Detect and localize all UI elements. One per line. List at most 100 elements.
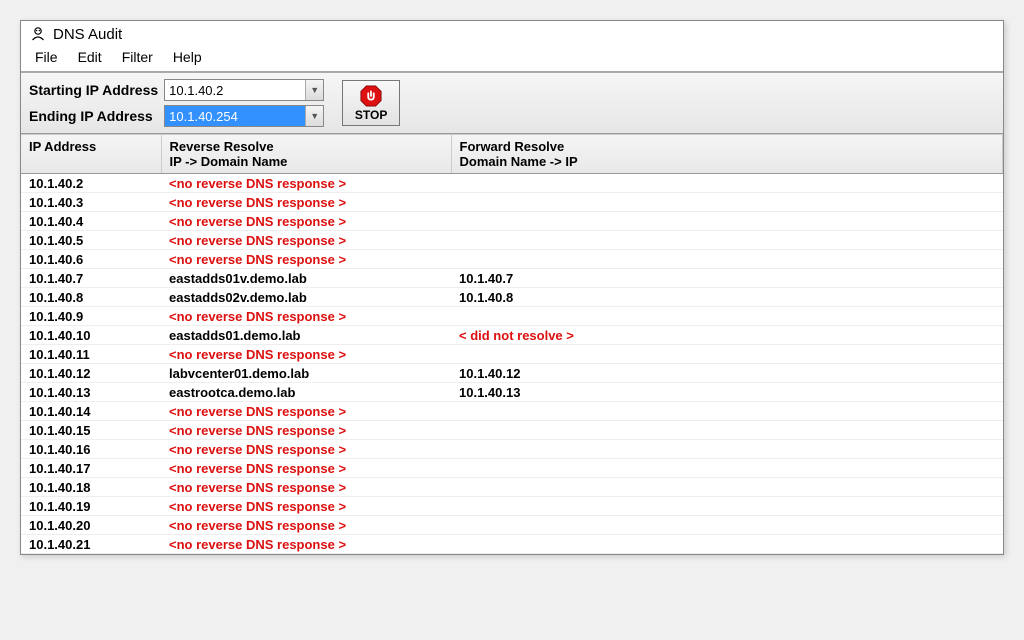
cell-reverse: eastrootca.demo.lab <box>161 383 451 402</box>
cell-forward <box>451 497 1003 516</box>
cell-ip: 10.1.40.2 <box>21 174 161 193</box>
cell-reverse: <no reverse DNS response > <box>161 497 451 516</box>
cell-ip: 10.1.40.19 <box>21 497 161 516</box>
cell-forward <box>451 402 1003 421</box>
cell-reverse: <no reverse DNS response > <box>161 478 451 497</box>
cell-forward <box>451 440 1003 459</box>
cell-ip: 10.1.40.4 <box>21 212 161 231</box>
menu-filter[interactable]: Filter <box>114 47 161 67</box>
stop-icon <box>360 85 382 107</box>
cell-reverse: eastadds02v.demo.lab <box>161 288 451 307</box>
cell-forward <box>451 421 1003 440</box>
cell-reverse: <no reverse DNS response > <box>161 345 451 364</box>
col-header-forward[interactable]: Forward Resolve Domain Name -> IP <box>451 135 1003 174</box>
col-header-ip[interactable]: IP Address <box>21 135 161 174</box>
cell-reverse: <no reverse DNS response > <box>161 402 451 421</box>
cell-ip: 10.1.40.17 <box>21 459 161 478</box>
table-row[interactable]: 10.1.40.14<no reverse DNS response > <box>21 402 1003 421</box>
table-row[interactable]: 10.1.40.4<no reverse DNS response > <box>21 212 1003 231</box>
results-table-wrap: IP Address Reverse Resolve IP -> Domain … <box>21 134 1003 554</box>
cell-ip: 10.1.40.7 <box>21 269 161 288</box>
table-row[interactable]: 10.1.40.9<no reverse DNS response > <box>21 307 1003 326</box>
window-title: DNS Audit <box>53 26 122 43</box>
cell-forward <box>451 307 1003 326</box>
cell-forward: 10.1.40.7 <box>451 269 1003 288</box>
table-row[interactable]: 10.1.40.10eastadds01.demo.lab< did not r… <box>21 326 1003 345</box>
table-row[interactable]: 10.1.40.12labvcenter01.demo.lab10.1.40.1… <box>21 364 1003 383</box>
cell-reverse: eastadds01.demo.lab <box>161 326 451 345</box>
col-header-forward-line2: Domain Name -> IP <box>460 154 995 169</box>
cell-forward <box>451 516 1003 535</box>
table-row[interactable]: 10.1.40.16<no reverse DNS response > <box>21 440 1003 459</box>
col-header-ip-label: IP Address <box>29 139 153 154</box>
table-row[interactable]: 10.1.40.2<no reverse DNS response > <box>21 174 1003 193</box>
cell-reverse: <no reverse DNS response > <box>161 516 451 535</box>
ending-ip-combo[interactable]: ▼ <box>164 105 324 127</box>
menu-edit[interactable]: Edit <box>70 47 110 67</box>
cell-forward <box>451 174 1003 193</box>
cell-reverse: <no reverse DNS response > <box>161 212 451 231</box>
table-row[interactable]: 10.1.40.6<no reverse DNS response > <box>21 250 1003 269</box>
cell-reverse: eastadds01v.demo.lab <box>161 269 451 288</box>
table-row[interactable]: 10.1.40.17<no reverse DNS response > <box>21 459 1003 478</box>
cell-ip: 10.1.40.10 <box>21 326 161 345</box>
cell-ip: 10.1.40.9 <box>21 307 161 326</box>
table-row[interactable]: 10.1.40.11<no reverse DNS response > <box>21 345 1003 364</box>
cell-ip: 10.1.40.15 <box>21 421 161 440</box>
stop-button[interactable]: STOP <box>342 80 400 126</box>
app-icon <box>29 25 47 43</box>
cell-ip: 10.1.40.21 <box>21 535 161 554</box>
cell-reverse: <no reverse DNS response > <box>161 250 451 269</box>
cell-forward: < did not resolve > <box>451 326 1003 345</box>
cell-reverse: labvcenter01.demo.lab <box>161 364 451 383</box>
cell-ip: 10.1.40.5 <box>21 231 161 250</box>
cell-forward <box>451 193 1003 212</box>
cell-forward <box>451 250 1003 269</box>
table-row[interactable]: 10.1.40.18<no reverse DNS response > <box>21 478 1003 497</box>
col-header-forward-line1: Forward Resolve <box>460 139 995 154</box>
cell-reverse: <no reverse DNS response > <box>161 535 451 554</box>
cell-ip: 10.1.40.16 <box>21 440 161 459</box>
col-header-reverse-line1: Reverse Resolve <box>170 139 443 154</box>
starting-ip-combo[interactable]: ▼ <box>164 79 324 101</box>
table-row[interactable]: 10.1.40.15<no reverse DNS response > <box>21 421 1003 440</box>
cell-ip: 10.1.40.8 <box>21 288 161 307</box>
ending-ip-input[interactable] <box>165 106 305 126</box>
starting-ip-input[interactable] <box>165 80 305 100</box>
cell-ip: 10.1.40.3 <box>21 193 161 212</box>
results-table: IP Address Reverse Resolve IP -> Domain … <box>21 135 1003 554</box>
chevron-down-icon[interactable]: ▼ <box>305 106 323 126</box>
cell-ip: 10.1.40.14 <box>21 402 161 421</box>
cell-reverse: <no reverse DNS response > <box>161 307 451 326</box>
cell-ip: 10.1.40.13 <box>21 383 161 402</box>
chevron-down-icon[interactable]: ▼ <box>305 80 323 100</box>
table-row[interactable]: 10.1.40.13eastrootca.demo.lab10.1.40.13 <box>21 383 1003 402</box>
app-window: DNS Audit File Edit Filter Help Starting… <box>20 20 1004 555</box>
cell-ip: 10.1.40.11 <box>21 345 161 364</box>
table-row[interactable]: 10.1.40.19<no reverse DNS response > <box>21 497 1003 516</box>
cell-reverse: <no reverse DNS response > <box>161 231 451 250</box>
table-row[interactable]: 10.1.40.5<no reverse DNS response > <box>21 231 1003 250</box>
cell-reverse: <no reverse DNS response > <box>161 193 451 212</box>
cell-ip: 10.1.40.12 <box>21 364 161 383</box>
col-header-reverse[interactable]: Reverse Resolve IP -> Domain Name <box>161 135 451 174</box>
table-row[interactable]: 10.1.40.8eastadds02v.demo.lab10.1.40.8 <box>21 288 1003 307</box>
table-row[interactable]: 10.1.40.21<no reverse DNS response > <box>21 535 1003 554</box>
cell-forward <box>451 345 1003 364</box>
cell-forward <box>451 478 1003 497</box>
cell-reverse: <no reverse DNS response > <box>161 459 451 478</box>
col-header-reverse-line2: IP -> Domain Name <box>170 154 443 169</box>
cell-forward: 10.1.40.12 <box>451 364 1003 383</box>
cell-ip: 10.1.40.18 <box>21 478 161 497</box>
menu-file[interactable]: File <box>27 47 66 67</box>
menubar: File Edit Filter Help <box>21 45 1003 73</box>
cell-forward: 10.1.40.8 <box>451 288 1003 307</box>
cell-forward <box>451 212 1003 231</box>
cell-forward <box>451 231 1003 250</box>
table-row[interactable]: 10.1.40.20<no reverse DNS response > <box>21 516 1003 535</box>
starting-ip-label: Starting IP Address <box>29 82 158 98</box>
table-row[interactable]: 10.1.40.3<no reverse DNS response > <box>21 193 1003 212</box>
menu-help[interactable]: Help <box>165 47 210 67</box>
ip-input-group: Starting IP Address ▼ Ending IP Address … <box>29 79 324 127</box>
table-row[interactable]: 10.1.40.7eastadds01v.demo.lab10.1.40.7 <box>21 269 1003 288</box>
